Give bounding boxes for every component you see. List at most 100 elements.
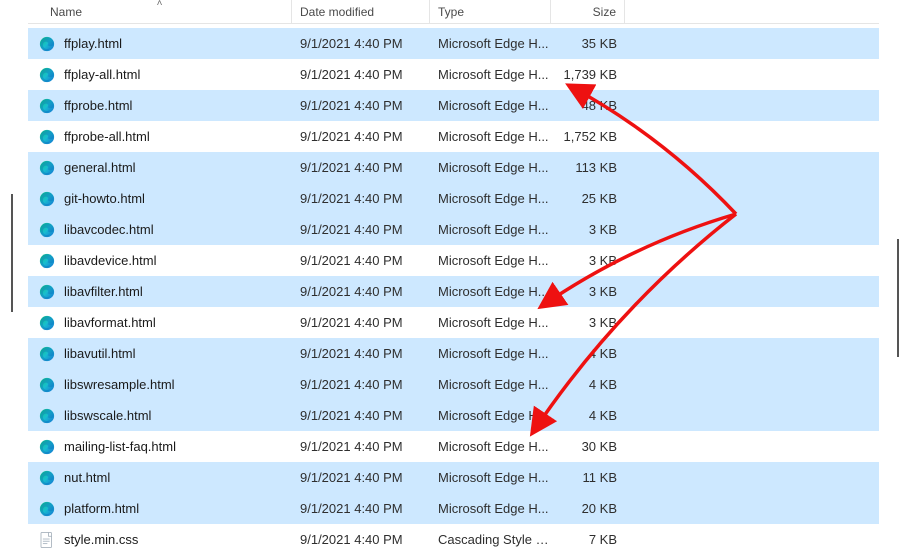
file-size-cell: 1,739 KB: [551, 67, 625, 82]
file-row[interactable]: nut.html 9/1/2021 4:40 PMMicrosoft Edge H…: [28, 462, 879, 493]
file-type-cell: Microsoft Edge H...: [430, 501, 551, 516]
file-date-cell: 9/1/2021 4:40 PM: [292, 98, 430, 113]
file-name-cell: ffplay-all.html: [28, 66, 292, 84]
edge-icon: [38, 407, 56, 425]
file-row[interactable]: general.html9/1/2021 4:40 PMMicrosoft Ed…: [28, 152, 879, 183]
file-date-cell: 9/1/2021 4:40 PM: [292, 67, 430, 82]
file-name-cell: ffprobe-all.html: [28, 128, 292, 146]
file-row[interactable]: libavutil.html9/1/2021 4:40 PMMicrosoft …: [28, 338, 879, 369]
file-name-cell: nut.html: [28, 469, 292, 487]
file-name: git-howto.html: [64, 191, 145, 206]
column-header-type[interactable]: Type: [430, 0, 551, 24]
file-type-cell: Microsoft Edge H...: [430, 408, 551, 423]
file-size-cell: 1,752 KB: [551, 129, 625, 144]
file-name: style.min.css: [64, 532, 138, 547]
file-row[interactable]: mailing-list-faq.html9/1/2021 4:40 PMMic…: [28, 431, 879, 462]
file-name: nut.html: [64, 470, 110, 485]
column-header-name[interactable]: Name ˄: [28, 0, 292, 24]
file-name: ffprobe-all.html: [64, 129, 150, 144]
file-size-cell: 4 KB: [551, 377, 625, 392]
file-date-cell: 9/1/2021 4:40 PM: [292, 346, 430, 361]
file-row[interactable]: libavdevice.html9/1/2021 4:40 PMMicrosof…: [28, 245, 879, 276]
file-row[interactable]: ffprobe.html9/1/2021 4:40 PMMicrosoft Ed…: [28, 90, 879, 121]
file-row[interactable]: style.min.css9/1/2021 4:40 PMCascading S…: [28, 524, 879, 555]
scrollbar-hint-left: [11, 194, 13, 312]
file-name: ffplay.html: [64, 36, 122, 51]
column-header-name-label: Name: [50, 5, 82, 19]
file-date-cell: 9/1/2021 4:40 PM: [292, 501, 430, 516]
file-type-cell: Microsoft Edge H...: [430, 98, 551, 113]
file-name: mailing-list-faq.html: [64, 439, 176, 454]
file-type-cell: Microsoft Edge H...: [430, 67, 551, 82]
file-type-cell: Cascading Style S...: [430, 532, 551, 547]
file-row[interactable]: libavfilter.html9/1/2021 4:40 PMMicrosof…: [28, 276, 879, 307]
column-header-size-label: Size: [593, 5, 616, 19]
file-size-cell: 48 KB: [551, 98, 625, 113]
edge-icon: [38, 128, 56, 146]
edge-icon: [38, 345, 56, 363]
file-date-cell: 9/1/2021 4:40 PM: [292, 160, 430, 175]
file-size-cell: 3 KB: [551, 315, 625, 330]
file-row[interactable]: libswresample.html9/1/2021 4:40 PMMicros…: [28, 369, 879, 400]
file-type-cell: Microsoft Edge H...: [430, 191, 551, 206]
file-name: platform.html: [64, 501, 139, 516]
edge-icon: [38, 438, 56, 456]
file-name-cell: libswresample.html: [28, 376, 292, 394]
file-name-cell: libavfilter.html: [28, 283, 292, 301]
file-type-cell: Microsoft Edge H...: [430, 284, 551, 299]
file-type-cell: Microsoft Edge H...: [430, 36, 551, 51]
edge-icon: [38, 500, 56, 518]
file-row[interactable]: libswscale.html 9/1/2021 4:40 PMMicrosoft…: [28, 400, 879, 431]
file-date-cell: 9/1/2021 4:40 PM: [292, 284, 430, 299]
file-row[interactable]: libavformat.html9/1/2021 4:40 PMMicrosof…: [28, 307, 879, 338]
file-size-cell: 25 KB: [551, 191, 625, 206]
file-name-cell: ffplay.html: [28, 35, 292, 53]
file-type-cell: Microsoft Edge H...: [430, 253, 551, 268]
file-date-cell: 9/1/2021 4:40 PM: [292, 315, 430, 330]
edge-icon: [38, 376, 56, 394]
file-list-panel: Name ˄ Date modified Type Size ffplay.ht…: [28, 0, 879, 556]
file-date-cell: 9/1/2021 4:40 PM: [292, 222, 430, 237]
file-name: libswresample.html: [64, 377, 175, 392]
file-name-cell: libavutil.html: [28, 345, 292, 363]
column-header-date[interactable]: Date modified: [292, 0, 430, 24]
file-row[interactable]: git-howto.html 9/1/2021 4:40 PMMicrosoft …: [28, 183, 879, 214]
file-date-cell: 9/1/2021 4:40 PM: [292, 470, 430, 485]
edge-icon: [38, 35, 56, 53]
file-row[interactable]: ffplay.html 9/1/2021 4:40 PMMicrosoft Edg…: [28, 28, 879, 59]
file-name: ffplay-all.html: [64, 67, 140, 82]
file-type-cell: Microsoft Edge H...: [430, 222, 551, 237]
file-size-cell: 4 KB: [551, 408, 625, 423]
file-type-cell: Microsoft Edge H...: [430, 377, 551, 392]
column-header-size[interactable]: Size: [551, 0, 625, 24]
edge-icon: [38, 97, 56, 115]
file-name: general.html: [64, 160, 136, 175]
scrollbar-hint-right: [897, 239, 899, 357]
css-file-icon: [38, 531, 56, 549]
file-type-cell: Microsoft Edge H...: [430, 470, 551, 485]
file-row[interactable]: ffplay-all.html 9/1/2021 4:40 PMMicrosoft…: [28, 59, 879, 90]
file-date-cell: 9/1/2021 4:40 PM: [292, 36, 430, 51]
file-date-cell: 9/1/2021 4:40 PM: [292, 408, 430, 423]
file-size-cell: 3 KB: [551, 253, 625, 268]
file-size-cell: 3 KB: [551, 284, 625, 299]
file-row[interactable]: ffprobe-all.html9/1/2021 4:40 PMMicrosof…: [28, 121, 879, 152]
column-header-type-label: Type: [438, 5, 464, 19]
file-name: libavdevice.html: [64, 253, 157, 268]
edge-icon: [38, 221, 56, 239]
sort-ascending-icon: ˄: [157, 0, 163, 9]
file-name: libavcodec.html: [64, 222, 154, 237]
file-date-cell: 9/1/2021 4:40 PM: [292, 191, 430, 206]
file-row[interactable]: platform.html 9/1/2021 4:40 PMMicrosoft E…: [28, 493, 879, 524]
file-name: libswscale.html: [64, 408, 151, 423]
file-name-cell: libswscale.html: [28, 407, 292, 425]
file-name: libavformat.html: [64, 315, 156, 330]
edge-icon: [38, 190, 56, 208]
file-date-cell: 9/1/2021 4:40 PM: [292, 129, 430, 144]
file-size-cell: 30 KB: [551, 439, 625, 454]
file-name-cell: mailing-list-faq.html: [28, 438, 292, 456]
file-size-cell: 7 KB: [551, 532, 625, 547]
file-row[interactable]: libavcodec.html 9/1/2021 4:40 PMMicrosoft…: [28, 214, 879, 245]
file-name-cell: libavcodec.html: [28, 221, 292, 239]
file-name-cell: libavdevice.html: [28, 252, 292, 270]
